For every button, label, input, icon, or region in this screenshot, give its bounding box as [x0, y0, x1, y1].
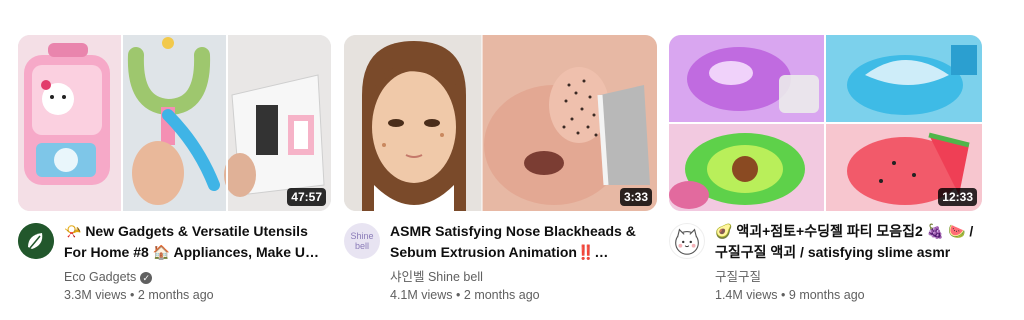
video-stats: 1.4M views • 9 months ago [715, 286, 974, 304]
channel-name[interactable]: 샤인벨 Shine bell [390, 269, 649, 286]
upload-age: 2 months ago [463, 288, 540, 302]
duration-badge: 47:57 [287, 188, 326, 206]
video-stats: 3.3M views • 2 months ago [64, 286, 323, 304]
channel-name[interactable]: Eco Gadgets ✓ [64, 269, 323, 286]
thumbnail-image [18, 35, 331, 211]
leaf-icon [18, 223, 54, 259]
video-card[interactable]: 47:57 📯 New Gadgets & Versatile Utensils… [18, 35, 331, 304]
separator-dot: • [781, 288, 786, 302]
separator-dot: • [130, 288, 135, 302]
video-title[interactable]: 🥑 액괴+점토+수딩젤 파티 모음집2 🍇 🍉 / 구질구질 액괴 / sati… [715, 221, 974, 263]
view-count: 1.4M views [715, 288, 778, 302]
avatar-label: Shine bell [350, 231, 374, 251]
upload-age: 9 months ago [788, 288, 865, 302]
channel-name[interactable]: 구질구질 [715, 269, 974, 286]
verified-check-icon: ✓ [140, 271, 153, 284]
channel-avatar[interactable] [669, 223, 705, 259]
upload-age: 2 months ago [137, 288, 214, 302]
channel-name-text: 구질구질 [715, 270, 762, 284]
video-thumbnail[interactable]: 12:33 [669, 35, 982, 211]
separator-dot: • [456, 288, 461, 302]
video-thumbnail[interactable]: 47:57 [18, 35, 331, 211]
channel-avatar[interactable]: Shine bell [344, 223, 380, 259]
duration-badge: 12:33 [938, 188, 977, 206]
view-count: 4.1M views [390, 288, 453, 302]
thumbnail-image [669, 35, 982, 211]
video-card[interactable]: 12:33 🥑 액괴+점토+수딩젤 파티 모음집2 🍇 🍉 / 구질구질 액괴 … [669, 35, 982, 304]
video-title[interactable]: ASMR Satisfying Nose Blackheads & Sebum … [390, 221, 649, 263]
channel-name-text: 샤인벨 Shine bell [390, 270, 483, 284]
cat-icon [675, 228, 699, 255]
channel-name-text: Eco Gadgets [64, 270, 137, 284]
video-stats: 4.1M views • 2 months ago [390, 286, 649, 304]
video-thumbnail[interactable]: 3:33 [344, 35, 657, 211]
view-count: 3.3M views [64, 288, 127, 302]
channel-avatar[interactable] [18, 223, 54, 259]
thumbnail-image [344, 35, 657, 211]
video-title[interactable]: 📯 New Gadgets & Versatile Utensils For H… [64, 221, 323, 263]
video-card[interactable]: 3:33 Shine bell ASMR Satisfying Nose Bla… [344, 35, 657, 304]
duration-badge: 3:33 [619, 188, 652, 206]
